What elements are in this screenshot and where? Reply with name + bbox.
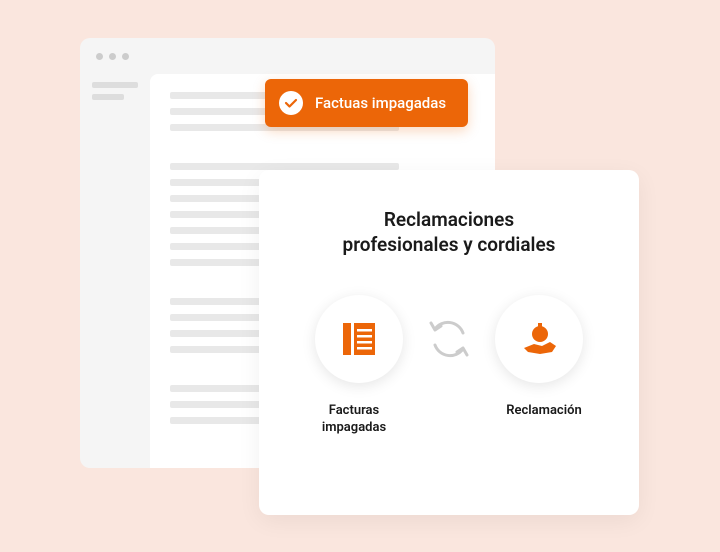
window-control-dot bbox=[109, 53, 116, 60]
card-title-line1: Reclamaciones bbox=[384, 208, 514, 231]
status-badge: Factuas impagadas bbox=[265, 79, 468, 127]
money-hand-icon bbox=[516, 316, 562, 362]
check-circle-icon bbox=[279, 91, 303, 115]
claim-label: Reclamación bbox=[489, 403, 599, 437]
badge-label: Factuas impagadas bbox=[315, 94, 446, 112]
browser-sidebar bbox=[80, 74, 150, 468]
window-control-dot bbox=[96, 53, 103, 60]
card-title: Reclamaciones profesionales y cordiales bbox=[289, 208, 609, 257]
invoice-label: Facturas impagadas bbox=[299, 403, 409, 437]
sidebar-placeholder bbox=[92, 82, 138, 88]
icons-row bbox=[289, 295, 609, 383]
invoice-icon bbox=[337, 317, 381, 361]
sidebar-placeholder bbox=[92, 94, 124, 100]
check-icon bbox=[284, 96, 298, 110]
invoice-icon-circle bbox=[315, 295, 403, 383]
content-spacer bbox=[170, 140, 399, 154]
refresh-icon bbox=[421, 311, 477, 367]
labels-row: Facturas impagadas Reclamación bbox=[289, 403, 609, 437]
card-title-line2: profesionales y cordiales bbox=[343, 233, 556, 256]
claim-icon-circle bbox=[495, 295, 583, 383]
browser-titlebar bbox=[80, 38, 495, 74]
feature-card: Reclamaciones profesionales y cordiales bbox=[259, 170, 639, 515]
content-placeholder bbox=[170, 163, 399, 170]
window-control-dot bbox=[122, 53, 129, 60]
